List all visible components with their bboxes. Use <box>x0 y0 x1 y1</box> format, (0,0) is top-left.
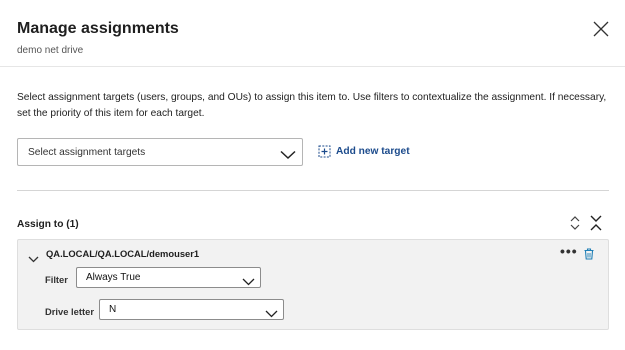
add-new-target-label: Add new target <box>336 146 410 157</box>
dialog-header: Manage assignments demo net drive <box>0 0 625 67</box>
chevron-down-icon <box>242 273 255 291</box>
assignment-description: Select assignment targets (users, groups… <box>17 92 607 119</box>
add-square-icon <box>318 145 331 158</box>
collapse-all-icon[interactable] <box>589 214 603 237</box>
assign-to-heading: Assign to (1) <box>17 219 79 230</box>
filter-label: Filter <box>45 274 68 285</box>
filter-select[interactable]: Always True <box>76 267 261 288</box>
drive-letter-label: Drive letter <box>45 306 94 317</box>
section-divider <box>17 190 609 191</box>
sort-up-down-icon[interactable] <box>569 214 581 237</box>
dialog-title: Manage assignments <box>17 20 179 37</box>
trash-icon[interactable] <box>584 247 594 265</box>
assignment-target-card: QA.LOCAL/QA.LOCAL/demouser1 ••• Filter A… <box>17 239 609 330</box>
dialog-subtitle: demo net drive <box>17 45 84 56</box>
chevron-down-icon[interactable] <box>28 250 39 268</box>
close-icon[interactable] <box>592 20 610 38</box>
target-select-placeholder: Select assignment targets <box>28 147 146 158</box>
chevron-down-icon <box>265 305 278 323</box>
drive-letter-select[interactable]: N <box>99 299 284 320</box>
chevron-down-icon <box>280 147 296 165</box>
target-name: QA.LOCAL/QA.LOCAL/demouser1 <box>46 248 200 259</box>
filter-value: Always True <box>86 272 141 283</box>
assignment-target-select[interactable]: Select assignment targets <box>17 138 303 166</box>
more-options-icon[interactable]: ••• <box>560 243 578 259</box>
drive-letter-value: N <box>109 304 117 315</box>
